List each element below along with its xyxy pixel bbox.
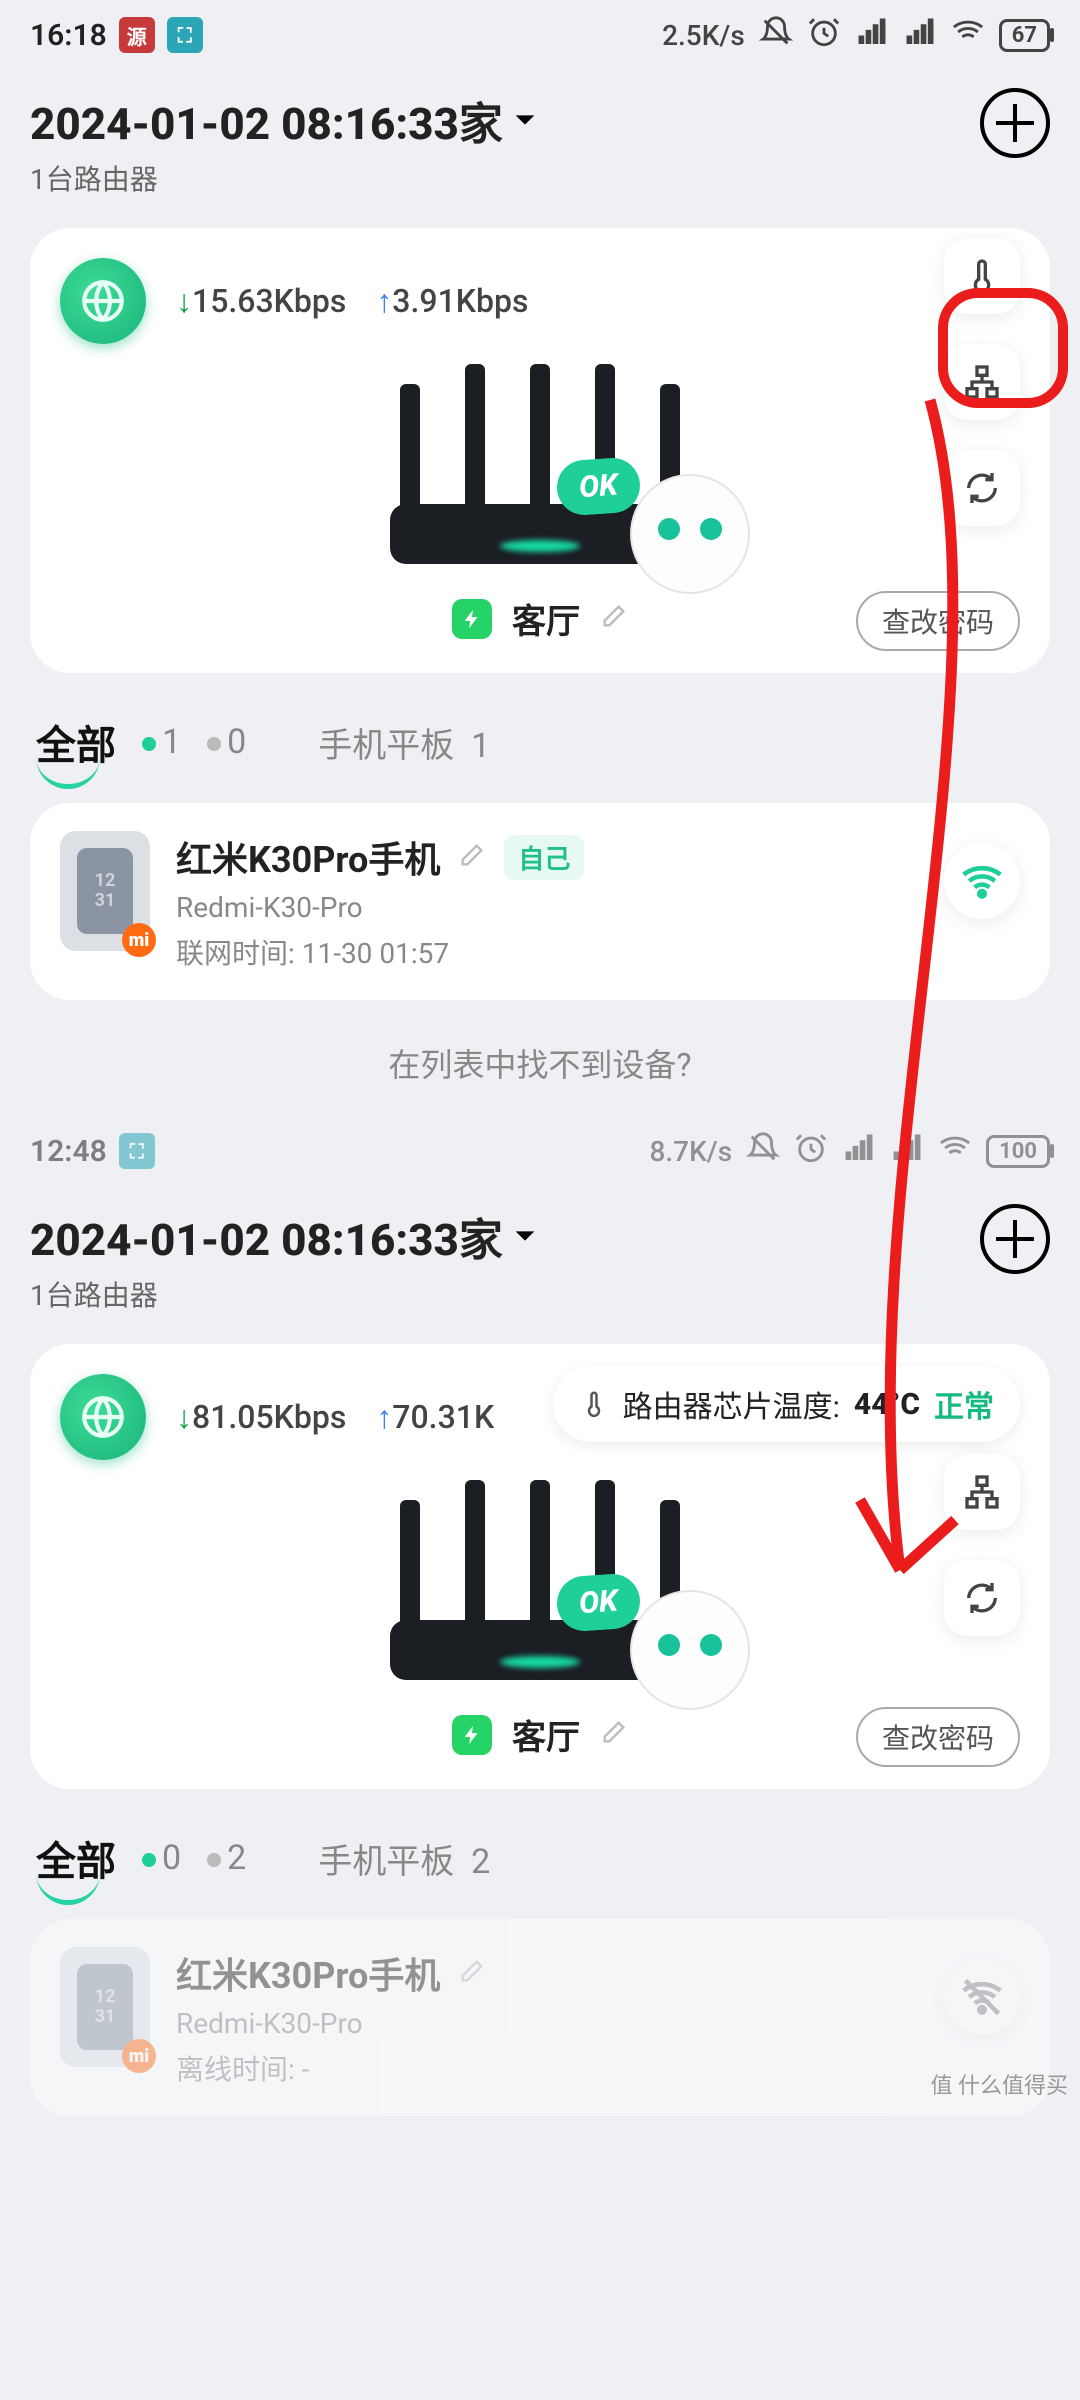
status-app-icon-2: ⛶ <box>167 17 203 53</box>
robot-mascot-icon <box>630 1590 750 1710</box>
tab-phones[interactable]: 手机平板 1 <box>318 718 490 767</box>
add-button[interactable] <box>980 88 1050 158</box>
chevron-down-icon <box>511 1222 539 1250</box>
router-count: 1台路由器 <box>30 158 539 198</box>
mi-badge-icon: mi <box>122 923 156 957</box>
edit-room-button[interactable] <box>600 599 628 639</box>
download-speed: ↓81.05Kbps <box>176 1398 346 1436</box>
status-app-icon: ⛶ <box>119 1133 155 1169</box>
online-count: 1 <box>142 722 181 762</box>
router-illustration: OK <box>360 1480 720 1700</box>
room-label: 客厅 <box>512 1710 580 1759</box>
self-badge: 自己 <box>504 835 584 880</box>
edit-device-button[interactable] <box>458 1952 486 1994</box>
edit-room-button[interactable] <box>600 1715 628 1755</box>
status-time: 16:18 <box>30 18 107 53</box>
home-title: 2024-01-02 08:16:33家 <box>30 88 503 152</box>
status-net-speed: 8.7K/s <box>649 1135 732 1168</box>
download-speed: ↓15.63Kbps <box>176 282 346 320</box>
offline-count: 0 <box>207 722 246 762</box>
bolt-icon <box>452 1715 492 1755</box>
router-count: 1台路由器 <box>30 1274 539 1314</box>
annotation-arrow <box>820 290 1020 1690</box>
edit-device-button[interactable] <box>458 836 486 878</box>
signal-hd-icon-1 <box>855 15 889 56</box>
home-selector[interactable]: 2024-01-02 08:16:33家 <box>30 1204 539 1268</box>
online-count: 0 <box>142 1838 181 1878</box>
upload-speed: ↑70.31K <box>376 1398 494 1436</box>
status-bar: 16:18 源 ⛶ 2.5K/s <box>0 0 1080 70</box>
bolt-icon <box>452 599 492 639</box>
offline-count: 2 <box>207 1838 246 1878</box>
mi-badge-icon: mi <box>122 2039 156 2073</box>
status-app-icon-1: 源 <box>119 17 155 53</box>
robot-mascot-icon <box>630 474 750 594</box>
upload-speed: ↑3.91Kbps <box>376 282 528 320</box>
device-thumbnail: 12 31 mi <box>60 831 150 951</box>
alarm-icon <box>807 15 841 56</box>
device-model: Redmi-K30-Pro <box>176 2007 486 2040</box>
globe-icon <box>60 258 146 344</box>
device-online-time: 联网时间: 11-30 01:57 <box>176 932 584 972</box>
signal-hd-icon-2 <box>903 15 937 56</box>
room-label: 客厅 <box>512 594 580 643</box>
bell-off-icon <box>759 15 793 56</box>
router-illustration: OK <box>360 364 720 584</box>
device-name: 红米K30Pro手机 <box>176 1947 440 1999</box>
tab-all[interactable]: 全部 <box>36 713 116 771</box>
temp-label: 路由器芯片温度: <box>623 1382 840 1426</box>
device-wifi-off-button[interactable] <box>944 1959 1020 2035</box>
home-selector[interactable]: 2024-01-02 08:16:33家 <box>30 88 539 152</box>
device-offline-time: 离线时间: - <box>176 2048 486 2088</box>
status-net-speed: 2.5K/s <box>662 19 745 52</box>
change-password-button[interactable]: 查改密码 <box>856 1707 1020 1767</box>
globe-icon <box>60 1374 146 1460</box>
bell-off-icon <box>746 1131 780 1172</box>
device-filter-tabs: 全部 0 2 手机平板 2 <box>0 1809 1080 1901</box>
status-time: 12:48 <box>30 1134 107 1169</box>
device-name: 红米K30Pro手机 <box>176 831 440 883</box>
device-model: Redmi-K30-Pro <box>176 891 584 924</box>
tab-phones[interactable]: 手机平板 2 <box>318 1834 490 1883</box>
device-thumbnail: 12 31 mi <box>60 1947 150 2067</box>
battery-indicator: 67 <box>999 19 1050 52</box>
device-row[interactable]: 12 31 mi 红米K30Pro手机 Redmi-K30-Pro 离线时间: … <box>30 1919 1050 2116</box>
watermark: 值 什么值得买 <box>931 2068 1068 2100</box>
home-title: 2024-01-02 08:16:33家 <box>30 1204 503 1268</box>
chevron-down-icon <box>511 106 539 134</box>
wifi-icon <box>951 15 985 56</box>
header: 2024-01-02 08:16:33家 1台路由器 <box>0 70 1080 208</box>
thermometer-icon <box>579 1389 609 1419</box>
tab-all[interactable]: 全部 <box>36 1829 116 1887</box>
